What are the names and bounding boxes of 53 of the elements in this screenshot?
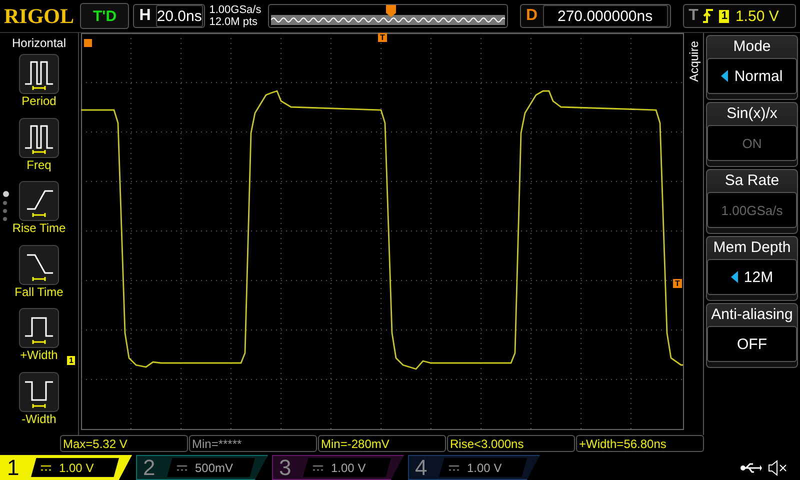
- channel-tab[interactable]: 3 1.00 V: [272, 455, 404, 480]
- usb-icon: [740, 462, 762, 474]
- timebase-display[interactable]: H 20.0ns: [133, 4, 206, 28]
- page-dot[interactable]: [3, 217, 7, 221]
- sample-rate: 1.00GSa/s: [209, 4, 262, 16]
- dc-coupling-icon: [449, 464, 459, 470]
- freq-measure-icon: [19, 118, 59, 158]
- channel-marker: 1: [67, 356, 76, 365]
- trigger-source-badge: 1: [719, 10, 730, 22]
- channel-tab[interactable]: 4 1.00 V: [408, 455, 540, 480]
- run-status-button[interactable]: T'D: [80, 3, 130, 29]
- measurement-readout: Max=5.32 V: [60, 435, 188, 452]
- dc-coupling-icon: [313, 464, 323, 470]
- speaker-muted-icon: [768, 460, 788, 476]
- measurement-readout: Min=*****: [189, 435, 317, 452]
- measurement-readout: +Width=56.80ns: [576, 435, 704, 452]
- trigger-position-icon: [386, 5, 396, 17]
- measure-item[interactable]: Period: [19, 54, 59, 118]
- dc-coupling-icon: [177, 464, 187, 470]
- menu-softkey[interactable]: Mem Depth 12M: [706, 236, 798, 301]
- menu-softkey[interactable]: Mode Normal: [706, 35, 798, 100]
- page-dot[interactable]: [3, 191, 9, 197]
- channel-tab[interactable]: 1 1.00 V: [0, 455, 132, 480]
- horizontal-offset-icon: [84, 39, 92, 47]
- measure-item[interactable]: -Width: [19, 372, 59, 435]
- measurement-readout: Min=-280mV: [318, 435, 446, 452]
- trigger-level: 1.50 V: [734, 8, 780, 24]
- brand-logo: RIGOL: [4, 4, 76, 28]
- sidebar-title: Horizontal: [12, 35, 66, 52]
- measure-item[interactable]: Rise Time: [12, 181, 66, 244]
- measurement-readout: Rise<3.000ns: [447, 435, 575, 452]
- memory-depth: 12.0M pts: [209, 16, 259, 28]
- page-dot[interactable]: [3, 209, 7, 213]
- dc-coupling-icon: [41, 464, 51, 470]
- menu-title: Acquire: [687, 41, 701, 82]
- delay-display[interactable]: D 270.000000ns: [520, 4, 671, 28]
- select-arrow-icon: [721, 70, 728, 82]
- menu-softkey[interactable]: Anti-aliasing OFF: [706, 303, 798, 368]
- rising-edge-icon: [703, 9, 714, 23]
- trigger-time-marker: T: [378, 33, 387, 42]
- measure-item[interactable]: Fall Time: [14, 244, 64, 308]
- rise-measure-icon: [19, 181, 59, 221]
- nwidth-measure-icon: [19, 372, 59, 412]
- page-dot[interactable]: [3, 201, 7, 205]
- trigger-level-marker: T: [673, 279, 682, 288]
- select-arrow-icon: [730, 271, 738, 283]
- channel-tab[interactable]: 2 500mV: [136, 455, 268, 480]
- measure-item[interactable]: Freq: [19, 118, 59, 181]
- pwidth-measure-icon: [19, 308, 59, 348]
- trigger-display[interactable]: T 1 1.50 V: [682, 4, 796, 28]
- fall-measure-icon: [19, 244, 59, 284]
- measure-item[interactable]: +Width: [19, 308, 59, 372]
- period-measure-icon: [19, 54, 59, 94]
